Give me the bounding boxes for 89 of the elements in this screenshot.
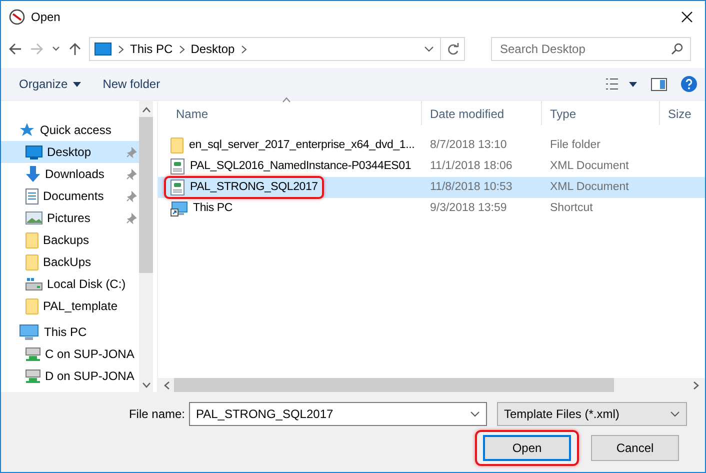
- column-header[interactable]: Size: [660, 101, 705, 125]
- file-name-field[interactable]: PAL_STRONG_SQL2017: [189, 402, 487, 426]
- column-header[interactable]: Type: [542, 101, 660, 125]
- caret-icon: [72, 82, 81, 86]
- document-icon: [25, 188, 39, 204]
- help-button[interactable]: [681, 76, 697, 92]
- folder-icon: [25, 232, 39, 248]
- toolbar-button[interactable]: New folder: [102, 75, 160, 93]
- details-view-icon: [605, 77, 619, 91]
- scroll-left-icon: [164, 380, 170, 390]
- file-type: XML Document: [549, 180, 630, 195]
- breadcrumb-segment[interactable]: This PC: [130, 40, 173, 58]
- dropdown-chevron-icon: [424, 46, 434, 52]
- monitor-icon: [25, 144, 43, 160]
- sidebar-item[interactable]: Backups: [1, 229, 139, 251]
- app-icon: [9, 8, 25, 24]
- dialog-button[interactable]: Cancel: [591, 435, 679, 461]
- file-type: Shortcut: [549, 200, 594, 216]
- star-icon: [19, 122, 35, 138]
- sidebar-item[interactable]: Pictures: [1, 207, 139, 229]
- close-icon: [681, 10, 693, 22]
- preview-pane-icon: [651, 78, 667, 90]
- window-title: Open: [31, 8, 60, 26]
- file-name: PAL_SQL2016_NamedInstance-P0344ES01: [190, 158, 412, 174]
- sidebar-item[interactable]: This PC: [1, 321, 139, 343]
- column-header[interactable]: Name: [158, 101, 422, 125]
- preview-pane-button[interactable]: [651, 78, 667, 90]
- search-field[interactable]: Search Desktop: [491, 37, 691, 61]
- monitor-icon: [94, 42, 112, 56]
- scroll-right-icon: [693, 380, 699, 390]
- breadcrumb-segment[interactable]: Desktop: [190, 40, 235, 58]
- column-header[interactable]: Date modified: [422, 101, 542, 125]
- forward-icon: [29, 41, 45, 57]
- horizontal-scrollbar[interactable]: [158, 378, 705, 392]
- file-type-select[interactable]: Template Files (*.xml): [497, 402, 687, 426]
- dropdown-chevron-icon: [670, 411, 680, 417]
- picture-icon: [25, 211, 43, 225]
- sidebar-item[interactable]: D on SUP-JONA: [1, 365, 139, 387]
- refresh-icon: [446, 42, 458, 56]
- drive-icon: [25, 277, 43, 291]
- xml-file-icon: [170, 158, 185, 175]
- scroll-down-icon: [142, 382, 150, 388]
- file-name: PAL_STRONG_SQL2017: [190, 180, 318, 195]
- up-button[interactable]: [67, 41, 83, 57]
- file-name: en_sql_server_2017_enterprise_x64_dvd_1...: [189, 138, 415, 153]
- folder-icon: [25, 298, 39, 314]
- scroll-up-icon: [142, 107, 150, 113]
- file-row[interactable]: en_sql_server_2017_enterprise_x64_dvd_1... 8/7/2018 13:10 File folder: [158, 135, 705, 156]
- sidebar-item[interactable]: Downloads: [1, 163, 139, 185]
- view-options-button[interactable]: [605, 77, 637, 91]
- address-bar[interactable]: This PC Desktop: [89, 37, 465, 61]
- sidebar-item[interactable]: Quick access: [1, 119, 139, 141]
- file-name-label: File name:: [128, 406, 185, 423]
- file-type: File folder: [549, 138, 602, 153]
- chevron-icon: [118, 44, 124, 54]
- computer-icon: [19, 324, 39, 340]
- date-modified: 11/1/2018 18:06: [429, 158, 514, 174]
- sidebar-item[interactable]: Local Disk (C:): [1, 273, 139, 295]
- network-drive-icon: [25, 346, 41, 362]
- folder-icon: [170, 137, 184, 154]
- file-row[interactable]: PAL_SQL2016_NamedInstance-P0344ES01 11/1/2018 18:06 XML Document: [158, 156, 705, 177]
- back-icon: [7, 41, 23, 57]
- xml-file-icon: [170, 179, 185, 196]
- chevron-icon: [240, 44, 247, 54]
- file-row[interactable]: This PC 9/3/2018 13:59 Shortcut: [158, 198, 705, 219]
- file-type: XML Document: [549, 158, 630, 174]
- sidebar-item[interactable]: Documents: [1, 185, 139, 207]
- caret-icon: [629, 82, 637, 86]
- dropdown-chevron-icon: [470, 411, 480, 417]
- sidebar-item[interactable]: C on SUP-JONA: [1, 343, 139, 365]
- back-button[interactable]: [7, 41, 23, 57]
- file-row[interactable]: PAL_STRONG_SQL2017 11/8/2018 10:53 XML Document: [158, 177, 705, 198]
- help-icon: [681, 76, 697, 92]
- sidebar-item[interactable]: Desktop: [1, 141, 139, 163]
- chevron-icon: [178, 44, 185, 54]
- up-icon: [67, 41, 83, 57]
- vertical-scrollbar[interactable]: [139, 101, 153, 392]
- network-drive-icon: [25, 368, 41, 384]
- date-modified: 11/8/2018 10:53: [429, 180, 514, 195]
- folder-icon: [25, 254, 39, 270]
- date-modified: 9/3/2018 13:59: [429, 200, 508, 216]
- sidebar-item[interactable]: BackUps: [1, 251, 139, 273]
- dialog-button[interactable]: Open: [483, 435, 571, 461]
- toolbar-button[interactable]: Organize: [19, 75, 81, 93]
- sidebar-item[interactable]: PAL_template: [1, 295, 139, 317]
- file-name: This PC: [193, 200, 232, 216]
- date-modified: 8/7/2018 13:10: [429, 138, 508, 153]
- computer-shortcut-icon: [170, 200, 188, 216]
- down-arrow-icon: [25, 165, 41, 183]
